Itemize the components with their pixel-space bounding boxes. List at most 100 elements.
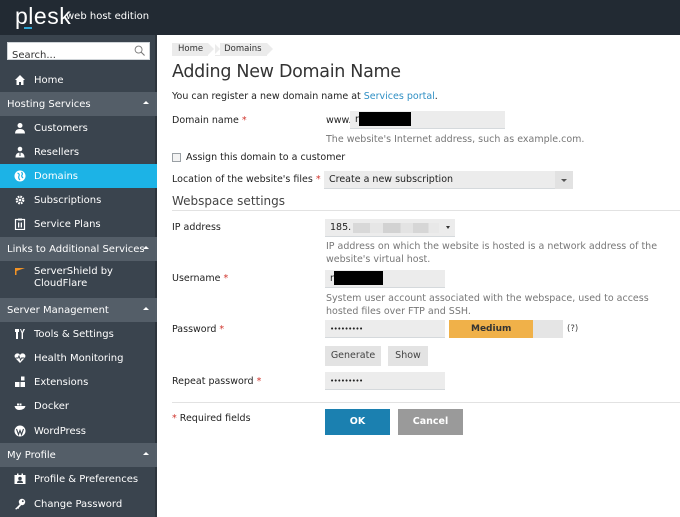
ip-hint: IP address on which the website is hoste… bbox=[326, 241, 658, 265]
chevron-down-icon[interactable] bbox=[446, 226, 450, 229]
edition-label: web host edition bbox=[66, 11, 150, 22]
sidebar-item-extensions[interactable]: Extensions bbox=[0, 370, 157, 394]
sidebar: Home Hosting Services Customers Reseller… bbox=[0, 35, 157, 517]
required-star: * bbox=[172, 413, 177, 424]
username-input[interactable]: r bbox=[325, 270, 445, 288]
sidebar-item-label: WordPress bbox=[34, 425, 87, 437]
gear-icon bbox=[13, 193, 27, 207]
repeat-password-input[interactable]: ••••••••• bbox=[325, 372, 445, 390]
redacted-block bbox=[333, 270, 383, 285]
ip-address-select[interactable]: 185. bbox=[325, 219, 455, 237]
sidebar-item-label: Health Monitoring bbox=[34, 352, 124, 364]
password-label: Password * bbox=[172, 324, 224, 335]
profile-card-icon bbox=[13, 472, 27, 486]
password-input[interactable]: ••••••••• bbox=[325, 320, 445, 338]
redacted-block bbox=[358, 111, 411, 126]
required-star: * bbox=[315, 174, 321, 185]
webspace-settings-heading: Webspace settings bbox=[172, 194, 286, 208]
globe-icon bbox=[13, 169, 27, 183]
checkbox-box[interactable] bbox=[172, 153, 181, 162]
sidebar-item-health-monitoring[interactable]: Health Monitoring bbox=[0, 346, 157, 370]
section-additional-services[interactable]: Links to Additional Services bbox=[0, 237, 157, 261]
checkbox-label: Assign this domain to a customer bbox=[186, 152, 346, 163]
sidebar-item-resellers[interactable]: Resellers bbox=[0, 140, 157, 164]
cancel-button[interactable]: Cancel bbox=[398, 409, 463, 435]
sidebar-item-label: Customers bbox=[34, 122, 88, 134]
sidebar-item-label: Extensions bbox=[34, 376, 89, 388]
reseller-icon bbox=[13, 145, 27, 159]
sidebar-item-label: Docker bbox=[34, 400, 70, 412]
heart-pulse-icon bbox=[13, 351, 27, 365]
intro-end: . bbox=[434, 91, 438, 102]
divider bbox=[172, 402, 680, 403]
section-label: My Profile bbox=[7, 449, 56, 461]
sidebar-item-tools-settings[interactable]: Tools & Settings bbox=[0, 322, 157, 346]
section-label: Hosting Services bbox=[7, 98, 91, 110]
breadcrumb-domains[interactable]: Domains bbox=[214, 43, 274, 56]
location-label: Location of the website's files * bbox=[172, 174, 321, 185]
username-hint: System user account associated with the … bbox=[326, 293, 649, 317]
domain-name-input[interactable]: r bbox=[350, 111, 505, 129]
sidebar-item-label: Resellers bbox=[34, 146, 80, 158]
label-text: Required fields bbox=[179, 413, 251, 424]
sidebar-item-servershield[interactable]: ServerShield by CloudFlare bbox=[0, 262, 157, 298]
location-value: Create a new subscription bbox=[329, 174, 454, 185]
ip-address-label: IP address bbox=[172, 222, 221, 233]
required-fields-note: * Required fields bbox=[172, 413, 251, 424]
password-help-link[interactable]: (?) bbox=[567, 324, 578, 334]
sidebar-item-label: Profile & Preferences bbox=[34, 473, 139, 485]
sidebar-item-service-plans[interactable]: Service Plans bbox=[0, 212, 157, 236]
section-hosting-services[interactable]: Hosting Services bbox=[0, 92, 157, 116]
label-text: Password bbox=[172, 324, 217, 335]
sidebar-item-label: Service Plans bbox=[34, 218, 101, 230]
collapse-caret-icon[interactable] bbox=[143, 101, 149, 104]
top-bar: plesk web host edition bbox=[0, 0, 680, 35]
password-strength-meter: Medium bbox=[449, 320, 563, 338]
search-input[interactable] bbox=[8, 47, 128, 64]
sidebar-item-subscriptions[interactable]: Subscriptions bbox=[0, 188, 157, 212]
section-my-profile[interactable]: My Profile bbox=[0, 443, 157, 467]
show-button[interactable]: Show bbox=[388, 346, 428, 366]
search-icon[interactable] bbox=[134, 45, 145, 56]
breadcrumb: Home Domains bbox=[172, 43, 274, 56]
key-icon bbox=[13, 497, 27, 511]
ip-value: 185. bbox=[330, 222, 352, 233]
domain-name-label: Domain name * bbox=[172, 115, 247, 126]
sidebar-item-docker[interactable]: Docker bbox=[0, 394, 157, 418]
required-star: * bbox=[241, 115, 247, 126]
sidebar-item-label: Subscriptions bbox=[34, 194, 102, 206]
clipboard-icon bbox=[13, 217, 27, 231]
wordpress-icon bbox=[13, 424, 27, 438]
chevron-down-icon[interactable] bbox=[555, 171, 573, 189]
collapse-caret-icon[interactable] bbox=[143, 307, 149, 310]
section-label: Server Management bbox=[7, 304, 109, 316]
username-label: Username * bbox=[172, 273, 228, 284]
tools-icon bbox=[13, 327, 27, 341]
blurred-ip bbox=[353, 222, 440, 233]
assign-customer-checkbox[interactable]: Assign this domain to a customer bbox=[172, 152, 345, 163]
divider bbox=[172, 210, 680, 211]
www-prefix: www. bbox=[326, 115, 352, 126]
required-star: * bbox=[219, 324, 225, 335]
strength-fill: Medium bbox=[449, 320, 534, 338]
location-select[interactable]: Create a new subscription bbox=[324, 171, 573, 189]
intro-label: You can register a new domain name at bbox=[172, 91, 364, 102]
sidebar-item-customers[interactable]: Customers bbox=[0, 116, 157, 140]
ok-button[interactable]: OK bbox=[325, 409, 390, 435]
label-text: Username bbox=[172, 273, 221, 284]
sidebar-item-label: ServerShield by CloudFlare bbox=[34, 266, 113, 289]
breadcrumb-home[interactable]: Home bbox=[172, 43, 215, 56]
collapse-caret-icon[interactable] bbox=[143, 452, 149, 455]
section-server-management[interactable]: Server Management bbox=[0, 298, 157, 322]
user-icon bbox=[13, 121, 27, 135]
sidebar-item-home[interactable]: Home bbox=[0, 68, 157, 92]
sidebar-item-domains[interactable]: Domains bbox=[0, 164, 157, 188]
services-portal-link[interactable]: Services portal bbox=[364, 91, 435, 102]
sidebar-item-profile-preferences[interactable]: Profile & Preferences bbox=[0, 467, 157, 491]
sidebar-item-change-password[interactable]: Change Password bbox=[0, 492, 157, 516]
sidebar-item-wordpress[interactable]: WordPress bbox=[0, 419, 157, 443]
sidebar-item-label: Change Password bbox=[34, 498, 123, 510]
plesk-logo[interactable]: plesk bbox=[15, 3, 71, 30]
collapse-caret-icon[interactable] bbox=[143, 246, 149, 249]
generate-button[interactable]: Generate bbox=[325, 346, 381, 366]
